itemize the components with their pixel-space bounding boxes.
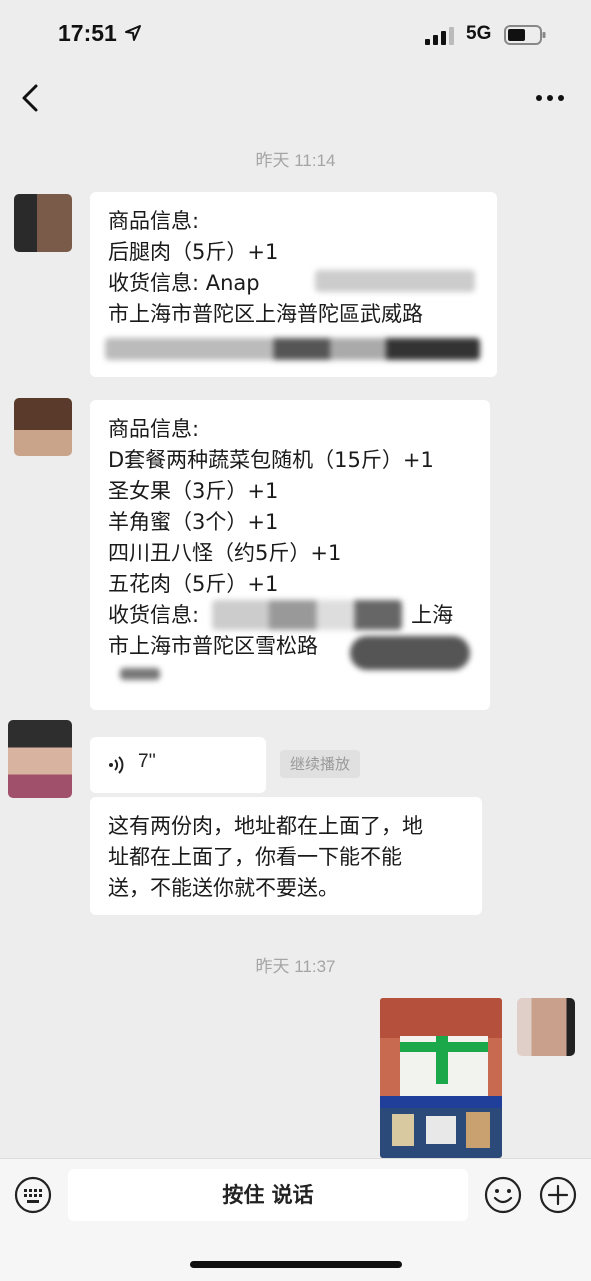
more-options-icon[interactable] [532,84,568,112]
message-line: 商品信息: [108,417,200,441]
voice-message[interactable]: 7'' [90,737,266,793]
keyboard-toggle-icon[interactable] [14,1176,52,1214]
message-line: 羊角蜜（3个）+1 [108,510,279,534]
message-line: 后腿肉（5斤）+1 [108,240,279,264]
message-line: 四川丑八怪（约5斤）+1 [108,541,342,565]
location-arrow-icon [125,25,141,41]
message-line: 五花肉（5斤）+1 [108,572,279,596]
photo-image [380,998,502,1158]
voice-duration: 7'' [138,751,156,772]
contact-avatar[interactable] [14,194,72,252]
chat-header [0,70,591,125]
message-line: 圣女果（3斤）+1 [108,479,279,503]
contact-avatar[interactable] [14,398,72,456]
signal-icon [425,27,454,45]
message-line: 址都在上面了，你看一下能不能 [108,845,402,869]
status-bar: 17:51 5G [0,0,591,70]
message-line: D套餐两种蔬菜包随机（15斤）+1 [108,448,434,472]
voice-wave-icon [109,756,124,774]
input-bar: 按住 说话 [0,1158,591,1281]
message-line: 送，不能送你就不要送。 [108,876,339,900]
emoji-icon[interactable] [484,1176,522,1214]
message-timestamp: 昨天 11:37 [255,957,336,976]
redaction-blur [350,636,470,670]
sent-photo[interactable] [380,998,502,1158]
network-type: 5G [466,23,492,44]
message-bubble-order-2[interactable]: 商品信息: D套餐两种蔬菜包随机（15斤）+1 圣女果（3斤）+1 羊角蜜（3个… [90,400,490,710]
message-timestamp: 昨天 11:14 [255,151,336,170]
redaction-blur [120,668,160,680]
battery-icon [504,25,546,45]
redaction-blur [105,338,480,360]
message-line: 商品信息: [108,209,200,233]
message-bubble-text[interactable]: 这有两份肉，地址都在上面了，地 址都在上面了，你看一下能不能 送，不能送你就不要… [90,797,482,915]
continue-playing-button[interactable]: 继续播放 [280,750,361,778]
message-line: 这有两份肉，地址都在上面了，地 [108,814,423,838]
message-text: 上海 [411,603,454,627]
status-time: 17:51 [58,20,117,46]
redaction-blur [315,270,475,292]
hold-to-talk-button[interactable]: 按住 说话 [68,1169,468,1221]
message-bubble-order-1[interactable]: 商品信息: 后腿肉（5斤）+1 收货信息: Anap 市上海市普陀区上海普陀區武… [90,192,497,377]
contact-avatar[interactable] [8,720,72,798]
back-chevron-icon[interactable] [14,78,50,118]
my-avatar[interactable] [517,998,575,1056]
home-indicator [190,1261,402,1268]
message-line: 市上海市普陀区上海普陀區武威路 [108,302,423,326]
redaction-blur [212,600,402,630]
plus-more-icon[interactable] [539,1176,577,1214]
message-text: 收货信息: [108,603,200,627]
